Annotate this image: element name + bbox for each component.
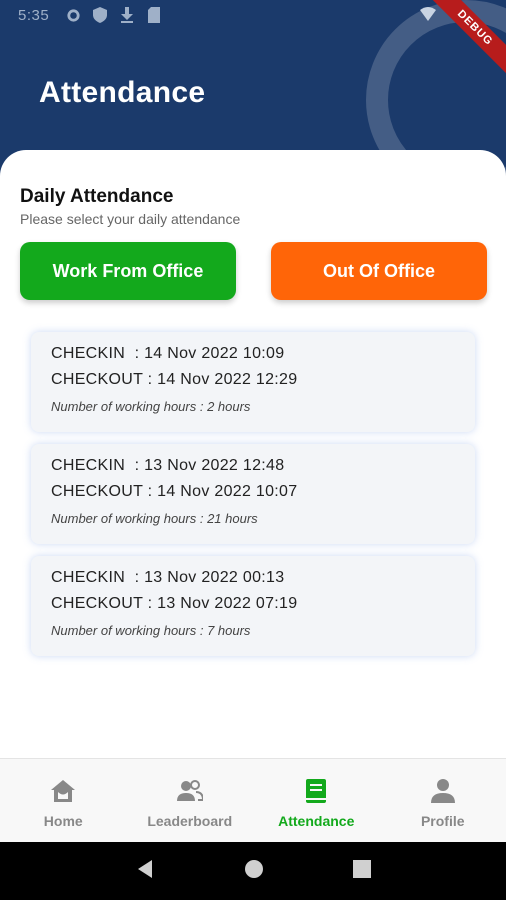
working-hours-text: Number of working hours : 21 hours bbox=[51, 511, 258, 526]
checkout-text: CHECKOUT : 14 Nov 2022 12:29 bbox=[51, 371, 298, 388]
system-navigation-bar bbox=[0, 842, 506, 900]
nav-item-profile[interactable]: Profile bbox=[380, 759, 506, 842]
nav-label-profile: Profile bbox=[420, 813, 465, 829]
nav-label-home: Home bbox=[43, 813, 83, 829]
shield-icon bbox=[92, 7, 108, 23]
settings-icon bbox=[65, 7, 81, 23]
attendance-record-card: CHECKIN : 13 Nov 2022 00:13 CHECKOUT : 1… bbox=[31, 556, 475, 656]
nav-label-leaderboard: Leaderboard bbox=[147, 813, 233, 829]
bottom-navigation: Home Leaderboard Attendance Profile bbox=[0, 758, 506, 842]
nav-label-attendance: Attendance bbox=[278, 813, 355, 829]
back-icon[interactable] bbox=[134, 858, 156, 885]
checkin-text: CHECKIN : 14 Nov 2022 10:09 bbox=[51, 345, 285, 362]
wifi-icon bbox=[420, 7, 436, 25]
home-button-icon[interactable] bbox=[243, 858, 265, 885]
book-icon bbox=[302, 777, 330, 805]
work-from-office-button[interactable]: Work From Office bbox=[20, 242, 236, 300]
checkin-text: CHECKIN : 13 Nov 2022 00:13 bbox=[51, 569, 285, 586]
attendance-record-card: CHECKIN : 14 Nov 2022 10:09 CHECKOUT : 1… bbox=[31, 332, 475, 432]
recents-icon[interactable] bbox=[352, 859, 372, 884]
section-title: Daily Attendance bbox=[20, 186, 174, 207]
content-sheet: Daily Attendance Please select your dail… bbox=[0, 150, 506, 758]
working-hours-text: Number of working hours : 7 hours bbox=[51, 623, 251, 638]
page-title: Attendance bbox=[39, 76, 206, 109]
working-hours-text: Number of working hours : 2 hours bbox=[51, 399, 251, 414]
nav-item-home[interactable]: Home bbox=[0, 759, 127, 842]
section-subtitle: Please select your daily attendance bbox=[20, 211, 241, 227]
download-icon bbox=[119, 7, 135, 23]
attendance-record-card: CHECKIN : 13 Nov 2022 12:48 CHECKOUT : 1… bbox=[31, 444, 475, 544]
home-icon bbox=[49, 777, 77, 805]
nav-item-attendance[interactable]: Attendance bbox=[253, 759, 380, 842]
checkout-text: CHECKOUT : 13 Nov 2022 07:19 bbox=[51, 595, 298, 612]
out-of-office-button[interactable]: Out Of Office bbox=[271, 242, 487, 300]
nav-item-leaderboard[interactable]: Leaderboard bbox=[127, 759, 254, 842]
checkout-text: CHECKOUT : 14 Nov 2022 10:07 bbox=[51, 483, 298, 500]
status-bar: 5:35 bbox=[0, 0, 506, 30]
sd-card-icon bbox=[146, 7, 162, 23]
checkin-text: CHECKIN : 13 Nov 2022 12:48 bbox=[51, 457, 285, 474]
status-time: 5:35 bbox=[18, 6, 50, 24]
person-icon bbox=[429, 777, 457, 805]
people-icon bbox=[176, 777, 204, 805]
